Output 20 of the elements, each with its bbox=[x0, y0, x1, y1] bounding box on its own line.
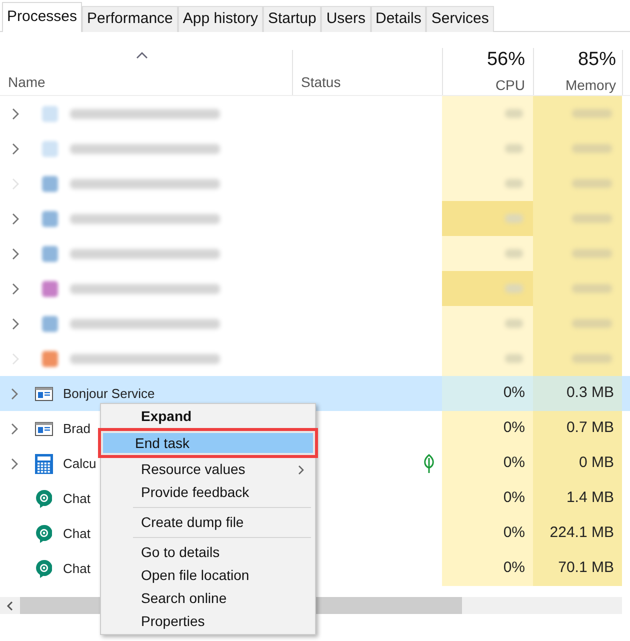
memory-value: 0.7 MB bbox=[566, 418, 614, 438]
memory-value: 224.1 MB bbox=[550, 523, 614, 544]
process-name: Chat bbox=[63, 526, 90, 542]
process-name: Bonjour Service bbox=[63, 386, 155, 402]
memory-value: 0 MB bbox=[578, 453, 614, 474]
memory-value: 0.3 MB bbox=[566, 383, 614, 404]
cpu-value: 0% bbox=[503, 453, 525, 474]
process-name: Calcu bbox=[63, 456, 96, 472]
cpu-value: 0% bbox=[503, 523, 525, 544]
cpu-value: 0% bbox=[503, 383, 525, 404]
cpu-value: 0% bbox=[503, 558, 525, 578]
memory-total: 85% bbox=[578, 49, 616, 71]
process-name: Chat bbox=[63, 560, 90, 576]
cpu-value: 0% bbox=[503, 418, 525, 438]
cpu-total: 56% bbox=[486, 49, 525, 71]
process-name: Chat bbox=[63, 490, 90, 506]
memory-value: 70.1 MB bbox=[558, 558, 614, 578]
cpu-value: 0% bbox=[503, 488, 525, 508]
memory-value: 1.4 MB bbox=[566, 488, 614, 508]
process-name: Brad bbox=[63, 420, 90, 436]
